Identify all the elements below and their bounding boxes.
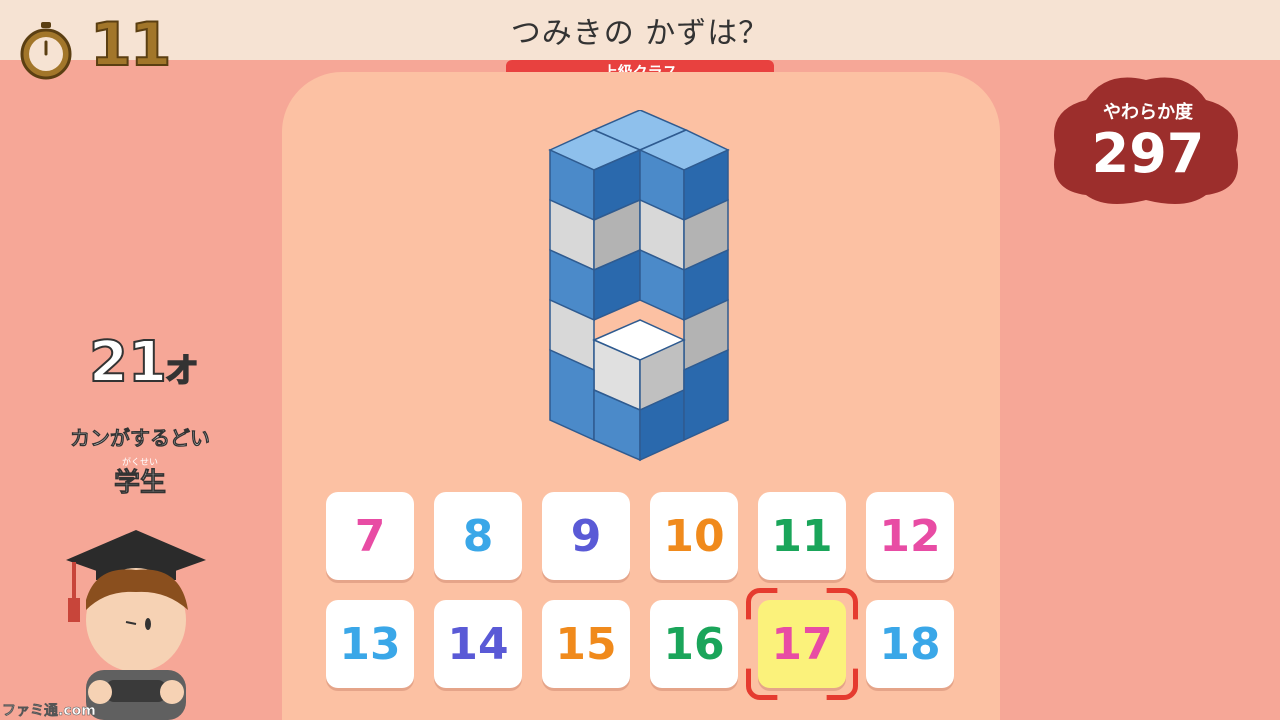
answer-button-11[interactable]: 11 [758,492,846,580]
stopwatch-icon [20,22,72,80]
answer-label: 18 [879,618,941,670]
block-stack [548,110,730,462]
answer-label: 15 [555,618,617,670]
age-display: 21才 [78,329,208,396]
answer-button-10[interactable]: 10 [650,492,738,580]
answer-button-17[interactable]: 17 [758,600,846,688]
answer-button-9[interactable]: 9 [542,492,630,580]
answer-label: 13 [339,618,401,670]
answer-button-14[interactable]: 14 [434,600,522,688]
answer-label: 11 [771,510,833,562]
age-value: 21 [88,329,168,396]
answer-button-15[interactable]: 15 [542,600,630,688]
profile-job: 学生 [113,468,167,499]
answer-label: 7 [354,510,386,562]
watermark: ファミ通.com [2,703,96,720]
answer-button-13[interactable]: 13 [326,600,414,688]
answer-button-12[interactable]: 12 [866,492,954,580]
answer-button-7[interactable]: 7 [326,492,414,580]
softness-label: やわらか度 [1103,102,1193,123]
answer-label: 9 [570,510,602,562]
answer-label: 12 [879,510,941,562]
timer-value: 11 [89,9,172,81]
answer-label: 14 [447,618,509,670]
answer-button-16[interactable]: 16 [650,600,738,688]
answer-label: 16 [663,618,725,670]
answer-label: 10 [663,510,725,562]
answer-label: 17 [771,618,833,670]
answer-label: 8 [462,510,494,562]
answer-grid: 7 8 9 10 11 12 13 14 15 16 17 18 [326,492,966,688]
softness-value: 297 [1091,122,1205,185]
profile-description: カンがするどい [70,426,211,451]
age-unit: 才 [166,353,198,390]
question-text: つみきの かずは？ [510,16,770,51]
student-avatar-icon [66,530,206,720]
answer-button-8[interactable]: 8 [434,492,522,580]
answer-button-18[interactable]: 18 [866,600,954,688]
